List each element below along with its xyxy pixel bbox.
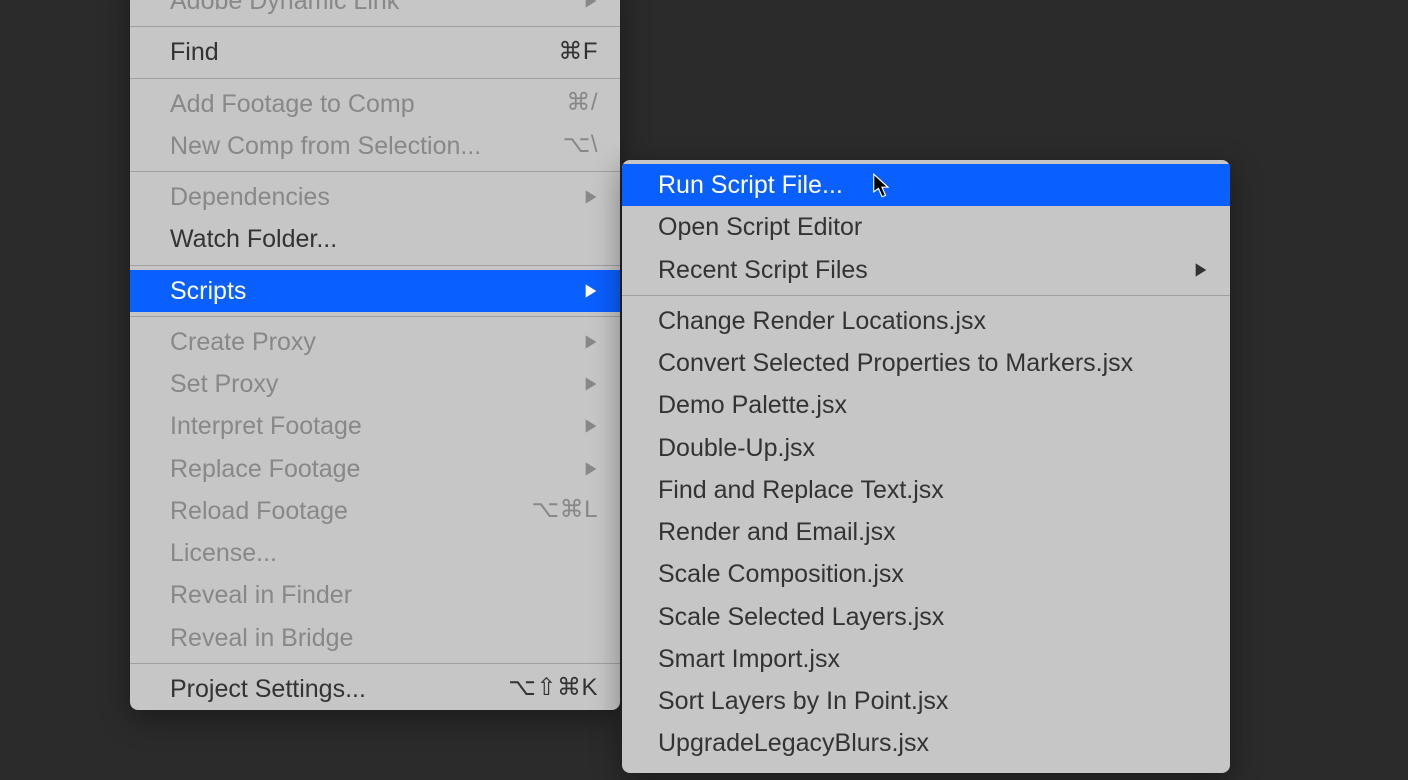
menu-item-label: Find [170,34,219,70]
menu-item-smart-import-jsx[interactable]: Smart Import.jsx [622,638,1230,680]
menu-item-upgradelegacyblurs-jsx[interactable]: UpgradeLegacyBlurs.jsx [622,722,1230,764]
menu-item-create-proxy: Create Proxy [130,321,620,363]
menu-item-label: Reload Footage [170,493,348,529]
menu-item-reload-footage: Reload Footage ⌥⌘L [130,490,620,532]
menu-item-label: Replace Footage [170,451,360,487]
menu-item-label: Dependencies [170,179,330,215]
menu-separator [130,663,620,664]
menu-item-find-and-replace-text-jsx[interactable]: Find and Replace Text.jsx [622,469,1230,511]
menu-item-label: Render and Email.jsx [658,514,896,550]
menu-item-label: Recent Script Files [658,252,868,288]
menu-item-shortcut: ⌥⇧⌘K [508,671,598,706]
menu-item-find[interactable]: Find ⌘F [130,31,620,73]
menu-item-label: Change Render Locations.jsx [658,303,986,339]
menu-item-set-proxy: Set Proxy [130,363,620,405]
menu-item-scale-composition-jsx[interactable]: Scale Composition.jsx [622,553,1230,595]
menu-item-label: Watch Folder... [170,221,337,257]
menu-separator [130,265,620,266]
menu-separator [130,171,620,172]
menu-item-label: Interpret Footage [170,408,362,444]
menu-item-render-and-email-jsx[interactable]: Render and Email.jsx [622,511,1230,553]
menu-item-license: License... [130,532,620,574]
menu-item-interpret-footage: Interpret Footage [130,405,620,447]
menu-item-label: Demo Palette.jsx [658,387,847,423]
menu-item-shortcut: ⌥\ [563,128,598,163]
menu-item-label: Reveal in Bridge [170,620,353,656]
menu-item-replace-footage: Replace Footage [130,448,620,490]
menu-item-label: Scripts [170,273,246,309]
menu-item-watch-folder[interactable]: Watch Folder... [130,218,620,260]
submenu-arrow-icon [584,283,598,299]
menu-item-label: Scale Selected Layers.jsx [658,599,944,635]
submenu-arrow-icon [584,334,598,350]
submenu-arrow-icon [584,376,598,392]
menu-item-reveal-in-bridge: Reveal in Bridge [130,617,620,659]
menu-item-scripts[interactable]: Scripts [130,270,620,312]
menu-item-label: Add Footage to Comp [170,86,415,122]
menu-item-label: Convert Selected Properties to Markers.j… [658,345,1133,381]
scripts-submenu: Run Script File... Open Script Editor Rece… [622,160,1230,773]
menu-item-label: Run Script File... [658,167,843,203]
menu-item-dependencies: Dependencies [130,176,620,218]
menu-item-change-render-locations-jsx[interactable]: Change Render Locations.jsx [622,300,1230,342]
menu-item-add-footage-to-comp: Add Footage to Comp ⌘/ [130,83,620,125]
menu-item-label: New Comp from Selection... [170,128,481,164]
submenu-arrow-icon [584,418,598,434]
menu-separator [130,316,620,317]
menu-item-adobe-dynamic-link: Adobe Dynamic Link [130,0,620,22]
menu-item-shortcut: ⌘F [558,35,598,70]
menu-item-shortcut: ⌘/ [566,86,598,121]
menu-item-recent-script-files[interactable]: Recent Script Files [622,249,1230,291]
menu-separator [130,78,620,79]
menu-item-label: Scale Composition.jsx [658,556,904,592]
menu-item-label: Set Proxy [170,366,278,402]
main-menu: Adobe Dynamic Link Find ⌘F Add Footage to C… [130,0,620,710]
submenu-arrow-icon [584,461,598,477]
menu-item-label: Find and Replace Text.jsx [658,472,944,508]
menu-item-new-comp-from-selection: New Comp from Selection... ⌥\ [130,125,620,167]
menu-item-label: Double-Up.jsx [658,430,815,466]
menu-item-demo-palette-jsx[interactable]: Demo Palette.jsx [622,384,1230,426]
menu-item-label: Reveal in Finder [170,577,352,613]
menu-item-scale-selected-layers-jsx[interactable]: Scale Selected Layers.jsx [622,596,1230,638]
menu-item-label: Sort Layers by In Point.jsx [658,683,948,719]
submenu-arrow-icon [1194,262,1208,278]
menu-item-label: Open Script Editor [658,209,862,245]
submenu-arrow-icon [584,189,598,205]
menu-item-project-settings[interactable]: Project Settings... ⌥⇧⌘K [130,668,620,710]
menu-separator [622,295,1230,296]
menu-item-label: Smart Import.jsx [658,641,840,677]
menu-item-label: License... [170,535,277,571]
menu-item-sort-layers-by-in-point-jsx[interactable]: Sort Layers by In Point.jsx [622,680,1230,722]
menu-item-convert-selected-properties-to-markers-jsx[interactable]: Convert Selected Properties to Markers.j… [622,342,1230,384]
menu-item-label: Create Proxy [170,324,316,360]
menu-item-open-script-editor[interactable]: Open Script Editor [622,206,1230,248]
menu-separator [130,26,620,27]
menu-item-label: Project Settings... [170,671,366,707]
submenu-arrow-icon [584,0,598,9]
menu-item-label: UpgradeLegacyBlurs.jsx [658,725,929,761]
menu-item-reveal-in-finder: Reveal in Finder [130,574,620,616]
menu-item-run-script-file[interactable]: Run Script File... [622,164,1230,206]
menu-item-shortcut: ⌥⌘L [531,493,598,528]
menu-item-label: Adobe Dynamic Link [170,0,399,19]
menu-item-double-up-jsx[interactable]: Double-Up.jsx [622,427,1230,469]
